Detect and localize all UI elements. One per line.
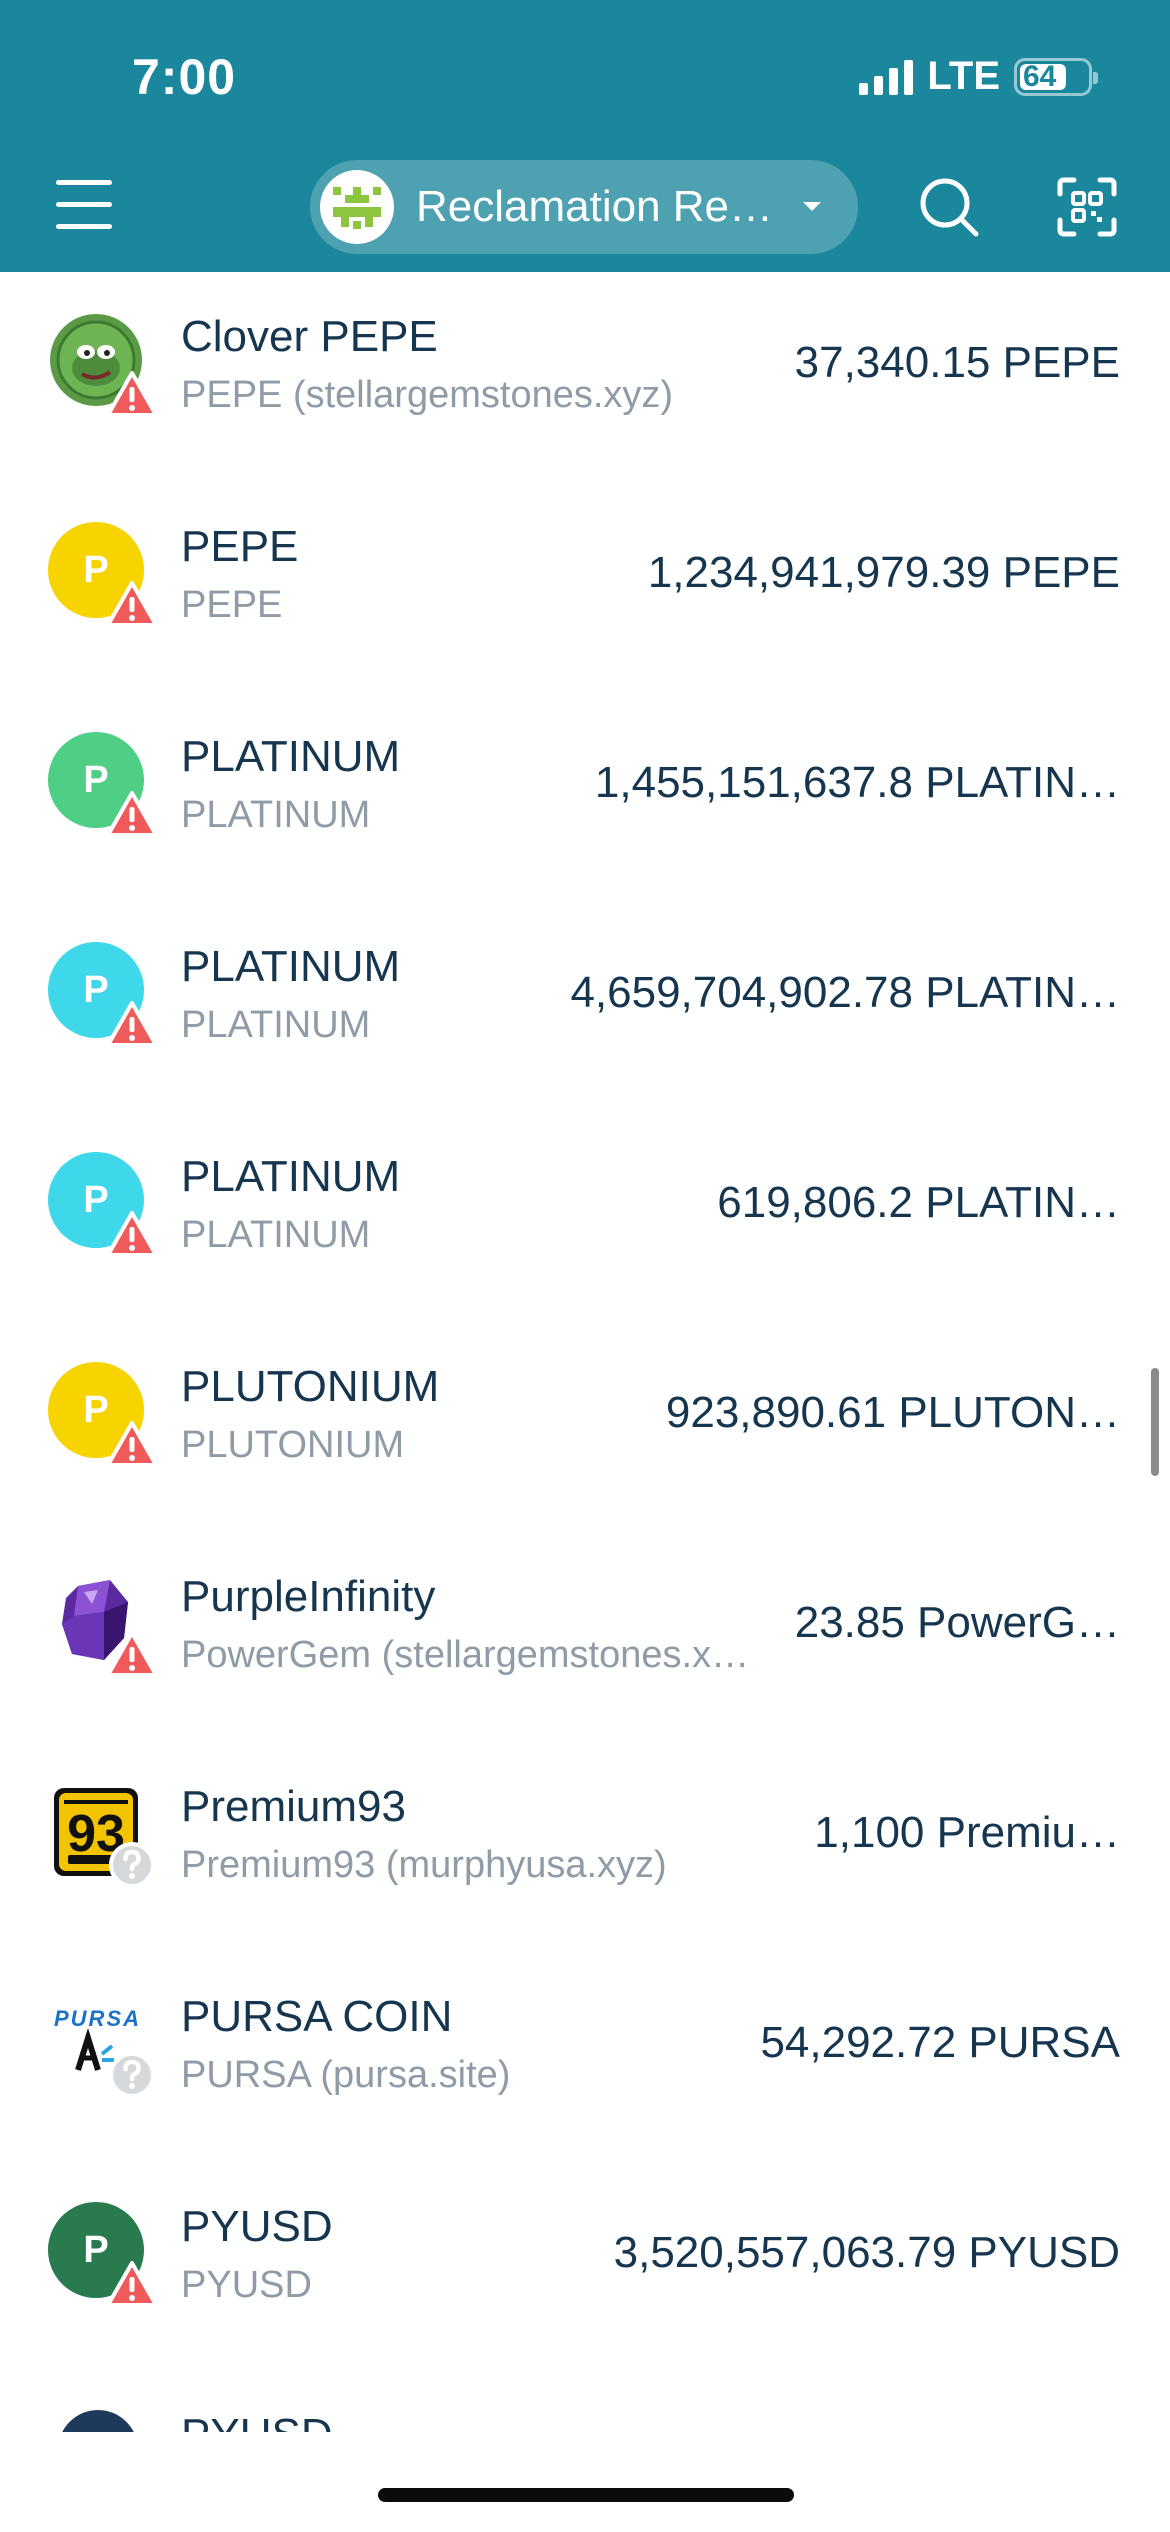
asset-icon-wrap: 93 [48, 1782, 158, 1892]
asset-name-partial: PYUSD [181, 2410, 333, 2432]
account-selector[interactable]: Reclamation Re… [310, 160, 858, 254]
asset-icon-wrap: P [48, 1362, 158, 1472]
asset-name: PLUTONIUM [181, 1362, 440, 1411]
asset-list: Clover PEPE PEPE (stellargemstones.xyz) … [0, 272, 1170, 2432]
asset-balance: 619,806.2 PLATIN… [717, 1178, 1120, 1227]
asset-balance: 54,292.72 PURSA [760, 2018, 1120, 2067]
asset-balance: 3,520,557,063.79 PYUSD [613, 2228, 1120, 2277]
asset-balance: 1,100 Premiu… [814, 1808, 1120, 1857]
asset-row[interactable]: PURSA PURSA COIN PURSA (pursa.site) 54,2… [0, 1952, 1170, 2162]
chevron-down-icon [803, 202, 822, 211]
status-time: 7:00 [132, 49, 237, 105]
asset-balance: 923,890.61 PLUTON… [665, 1388, 1120, 1437]
warning-icon [106, 1421, 158, 1467]
signal-strength-icon [859, 59, 914, 95]
asset-name: Clover PEPE [181, 312, 438, 361]
warning-icon [106, 2261, 158, 2307]
asset-icon-wrap [48, 312, 158, 422]
warning-icon [106, 371, 158, 417]
asset-row[interactable]: P PYUSD PYUSD 3,520,557,063.79 PYUSD [0, 2162, 1170, 2372]
identicon-icon [333, 187, 381, 229]
asset-code: PURSA (pursa.site) [181, 2054, 511, 2096]
asset-name: PLATINUM [181, 1152, 401, 1201]
asset-balance: 1,455,151,637.8 PLATIN… [594, 758, 1120, 807]
app-header: 7:00 LTE 64 Reclamation Re… [0, 0, 1170, 272]
asset-row-partial[interactable]: PYUSD [0, 2400, 1170, 2432]
asset-icon-wrap: P [48, 942, 158, 1052]
asset-code: PLUTONIUM [181, 1424, 405, 1466]
asset-name: PYUSD [181, 2202, 333, 2251]
asset-icon-wrap [48, 1572, 158, 1682]
asset-row[interactable]: P PLATINUM PLATINUM 1,455,151,637.8 PLAT… [0, 692, 1170, 902]
warning-icon [106, 1631, 158, 1677]
asset-name: PurpleInfinity [181, 1572, 436, 1621]
network-type: LTE [927, 54, 1000, 98]
asset-row[interactable]: PurpleInfinity PowerGem (stellargemstone… [0, 1532, 1170, 1742]
asset-row[interactable]: P PLATINUM PLATINUM 4,659,704,902.78 PLA… [0, 902, 1170, 1112]
asset-code: PLATINUM [181, 794, 371, 836]
asset-name: PEPE [181, 522, 299, 571]
asset-name: PLATINUM [181, 732, 401, 781]
unknown-icon [109, 1842, 155, 1888]
asset-balance: 23.85 PowerG… [794, 1598, 1120, 1647]
asset-icon-partial [58, 2410, 138, 2432]
asset-code: PLATINUM [181, 1214, 371, 1256]
asset-row[interactable]: P PEPE PEPE 1,234,941,979.39 PEPE [0, 482, 1170, 692]
warning-icon [106, 581, 158, 627]
asset-balance: 1,234,941,979.39 PEPE [647, 548, 1120, 597]
asset-code: Premium93 (murphyusa.xyz) [181, 1844, 667, 1886]
asset-row[interactable]: P PLUTONIUM PLUTONIUM 923,890.61 PLUTON… [0, 1322, 1170, 1532]
asset-code: PYUSD [181, 2264, 312, 2306]
asset-code: PowerGem (stellargemstones.x… [181, 1634, 750, 1676]
scrollbar[interactable] [1151, 1368, 1159, 1476]
asset-code: PLATINUM [181, 1004, 371, 1046]
asset-name: Premium93 [181, 1782, 406, 1831]
home-indicator[interactable] [378, 2488, 794, 2502]
asset-icon-wrap: P [48, 2202, 158, 2312]
asset-icon-wrap: P [48, 522, 158, 632]
asset-icon-wrap: P [48, 1152, 158, 1262]
asset-balance: 37,340.15 PEPE [794, 338, 1120, 387]
asset-row[interactable]: 93 Premium93 Premium93 (murphyusa.xyz) 1… [0, 1742, 1170, 1952]
battery-level: 64 [1023, 59, 1057, 93]
qr-scan-icon[interactable] [1056, 176, 1118, 238]
asset-name: PLATINUM [181, 942, 401, 991]
asset-balance: 4,659,704,902.78 PLATIN… [570, 968, 1120, 1017]
battery-icon: 64 [1014, 57, 1098, 96]
search-icon[interactable] [918, 176, 980, 238]
asset-code: PEPE [181, 584, 283, 626]
unknown-icon [109, 2052, 155, 2098]
asset-code: PEPE (stellargemstones.xyz) [181, 374, 674, 416]
asset-name: PURSA COIN [181, 1992, 453, 2041]
account-name: Reclamation Re… [416, 182, 774, 231]
warning-icon [106, 1211, 158, 1257]
status-indicators: LTE 64 [859, 54, 1098, 99]
warning-icon [106, 1001, 158, 1047]
hamburger-menu-icon[interactable] [56, 180, 112, 230]
asset-icon-wrap: PURSA [48, 1992, 158, 2102]
account-avatar [320, 170, 394, 244]
asset-row[interactable]: P PLATINUM PLATINUM 619,806.2 PLATIN… [0, 1112, 1170, 1322]
warning-icon [106, 791, 158, 837]
asset-row[interactable]: Clover PEPE PEPE (stellargemstones.xyz) … [0, 272, 1170, 482]
asset-icon-wrap: P [48, 732, 158, 842]
